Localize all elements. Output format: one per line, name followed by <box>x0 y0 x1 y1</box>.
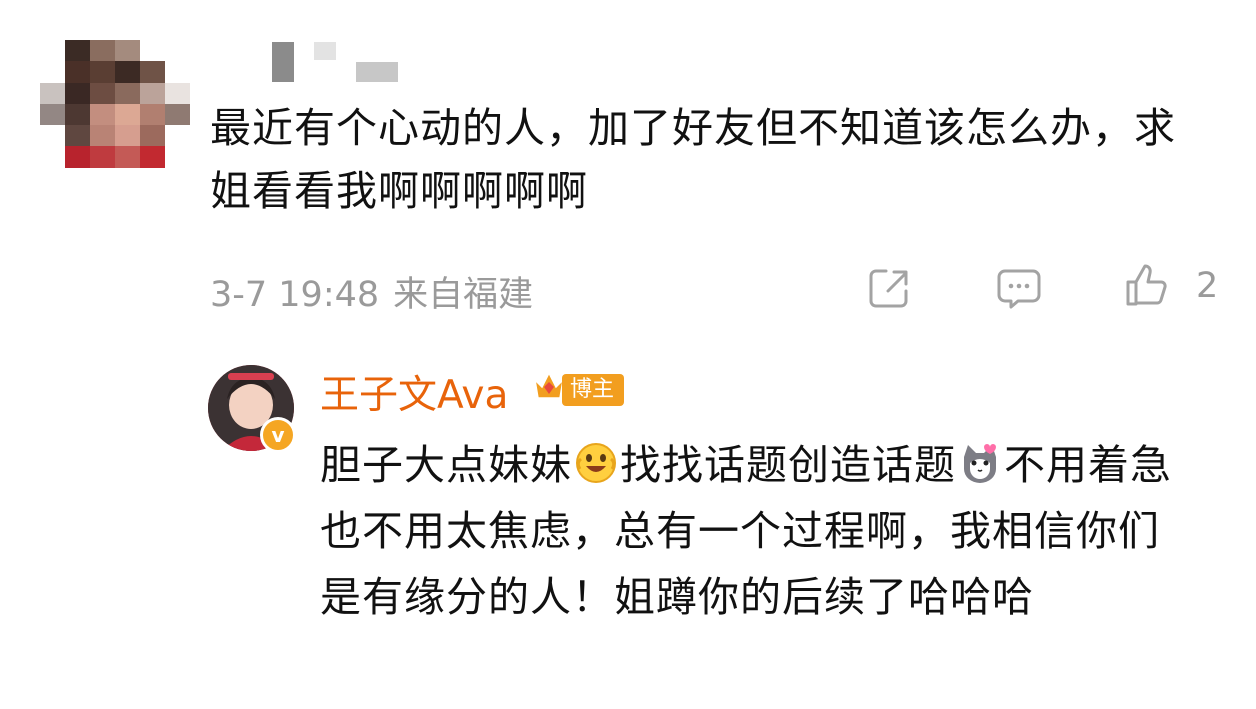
blurred-username-block <box>314 42 336 60</box>
share-icon[interactable] <box>866 265 912 311</box>
comment-icon[interactable] <box>996 265 1042 311</box>
cat-emoji-icon <box>964 444 996 483</box>
comment-meta: 3-7 19:48 来自福建 <box>210 266 533 317</box>
blurred-username-block <box>356 62 398 82</box>
blogger-badge: 博主 <box>562 374 625 406</box>
comment-location: 来自福建 <box>393 275 534 315</box>
reply-text-part: 找找话题创造话题 <box>620 441 956 489</box>
comment-time: 3-7 19:48 <box>210 275 380 315</box>
reply-author-name[interactable]: 王子文Ava <box>320 364 508 420</box>
comment-text: 最近有个心动的人，加了好友但不知道该怎么办，求姐看看我啊啊啊啊啊 <box>210 104 1176 215</box>
thumbs-up-icon[interactable] <box>1124 262 1170 308</box>
blurred-username-block <box>272 42 294 82</box>
reply-text: 胆子大点妹妹 找找话题创造话题 不用着急也不用太焦虑，总有一个过程啊，我相信你们… <box>320 432 1200 630</box>
commenter-avatar-pixelated[interactable] <box>40 40 190 168</box>
like-count: 2 <box>1196 266 1219 306</box>
grinning-emoji-icon <box>576 443 616 483</box>
crown-icon <box>533 371 565 399</box>
verified-badge: v <box>260 417 296 453</box>
reply-text-part: 胆子大点妹妹 <box>320 441 572 489</box>
